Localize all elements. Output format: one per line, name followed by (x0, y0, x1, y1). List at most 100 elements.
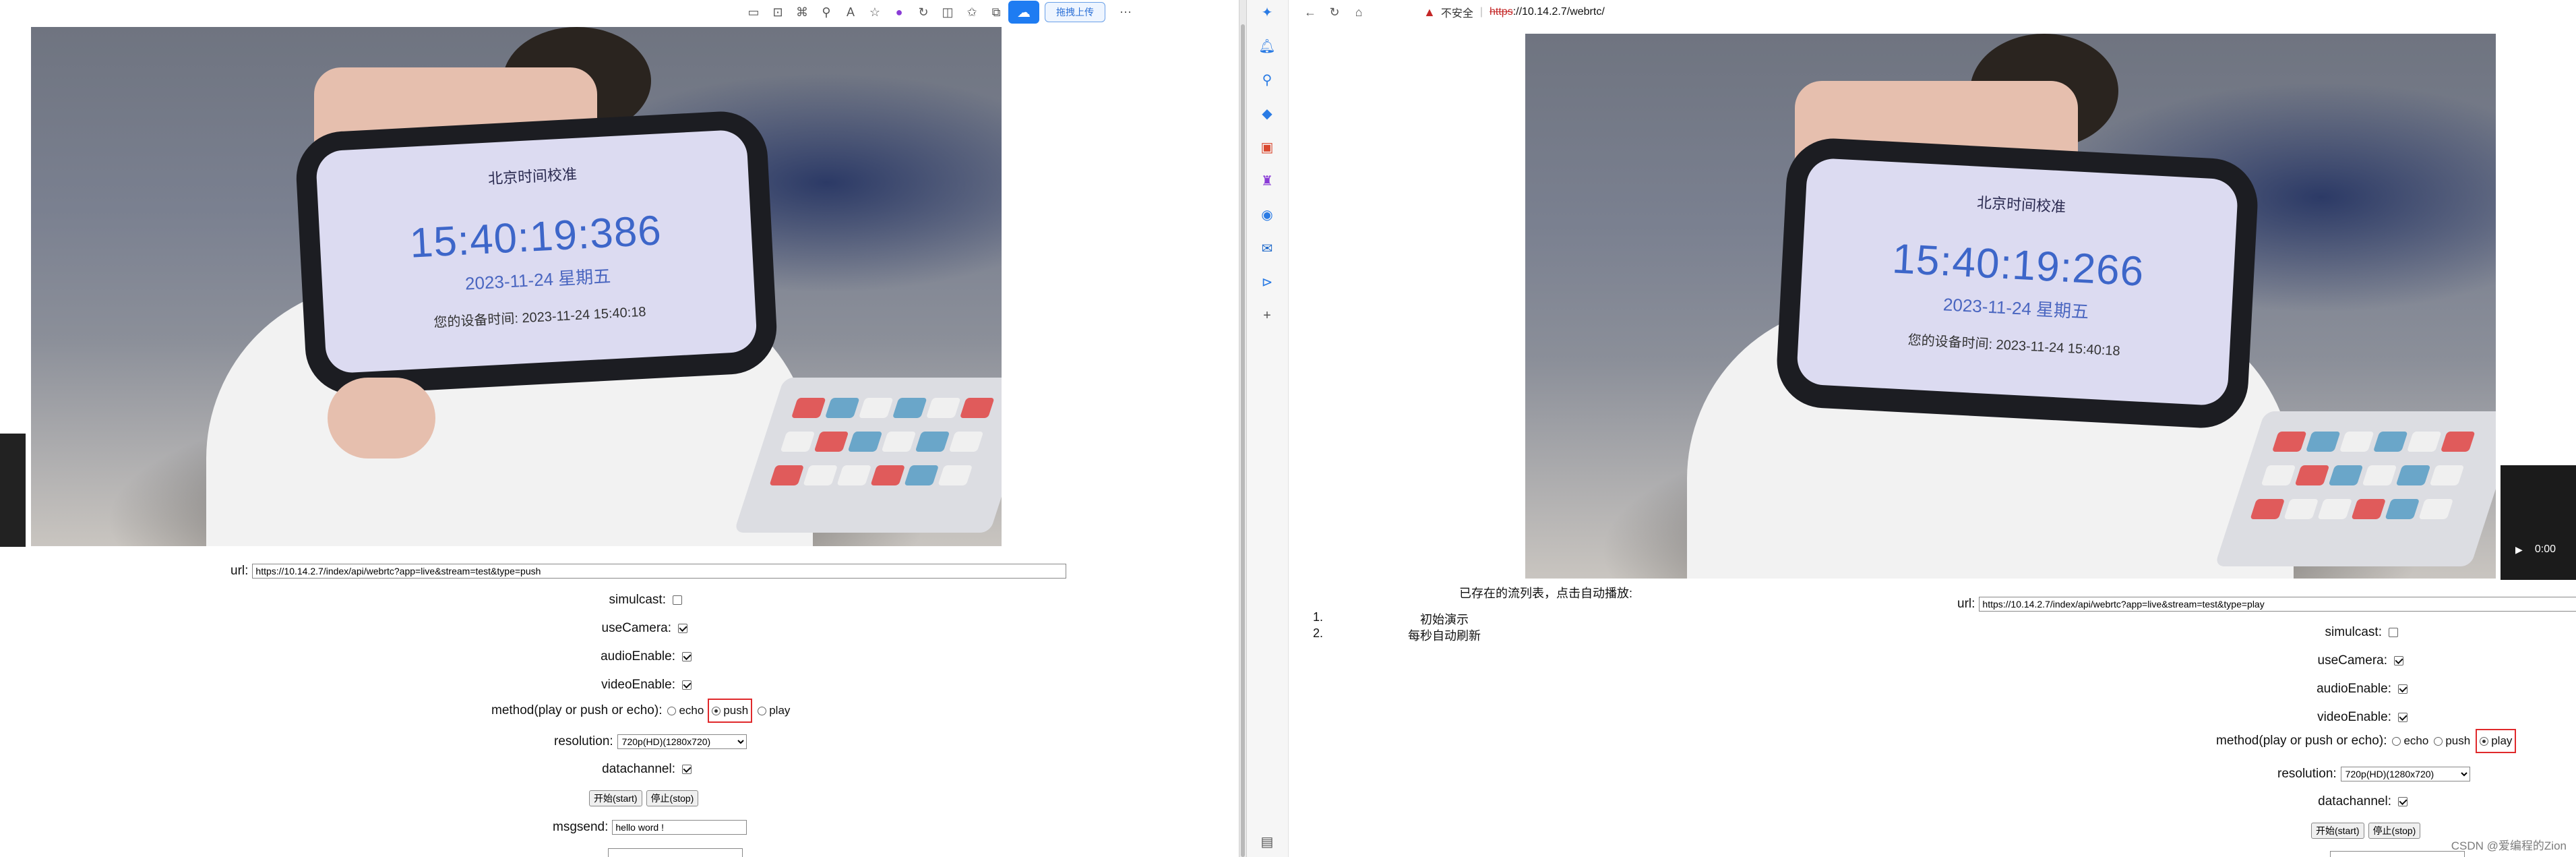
phone-time: 15:40:19:266 (1891, 235, 2145, 295)
method-push-radio[interactable] (2434, 736, 2443, 746)
method-play-highlight: play (2476, 729, 2517, 753)
method-label: method(play or push or echo): (2216, 734, 2387, 748)
phone-device: 北京时间校准 15:40:19:266 2023-11-24 星期五 您的设备时… (1775, 136, 2260, 431)
address-bar[interactable]: ▲ 不安全 | https ://10.14.2.7/webrtc/ (1423, 0, 1605, 24)
left-buttons-row: 开始(start) 停止(stop) (589, 790, 702, 806)
favorite-star-icon[interactable]: ☆ (863, 2, 887, 22)
usecamera-checkbox[interactable] (678, 624, 687, 633)
refresh-extension-icon[interactable]: ↻ (911, 2, 936, 22)
method-play-radio[interactable] (758, 706, 767, 715)
stream-item-number: 1. (1313, 610, 1324, 624)
split-screen-icon[interactable]: ◫ (936, 2, 960, 22)
datachannel-checkbox[interactable] (2398, 797, 2408, 806)
method-push-highlight: push (708, 699, 753, 723)
simulcast-checkbox[interactable] (673, 595, 682, 605)
resolution-label: resolution: (554, 734, 613, 748)
right-audio-row: audioEnable: (1289, 682, 2408, 697)
local-video[interactable]: 北京时间校准 15:40:19:386 2023-11-24 星期五 您的设备时… (31, 27, 1002, 546)
right-video-row: videoEnable: (1289, 710, 2408, 725)
stream-item-label[interactable]: 初始演示 (1353, 610, 1535, 626)
videoenable-checkbox[interactable] (2398, 713, 2408, 722)
stop-button[interactable]: 停止(stop) (646, 790, 699, 806)
collections-icon[interactable]: ⧉ (984, 2, 1008, 22)
start-button[interactable]: 开始(start) (2311, 823, 2364, 839)
remote-video[interactable]: 北京时间校准 15:40:19:266 2023-11-24 星期五 您的设备时… (1525, 34, 2496, 579)
play-icon[interactable]: ▶ (2515, 544, 2523, 556)
method-play-label: play (2491, 734, 2513, 747)
datachannel-label: datachannel: (2318, 794, 2391, 808)
tag-icon[interactable]: ◆ (1255, 101, 1279, 125)
phone-header: 北京时间校准 (487, 165, 578, 187)
left-browser-pane: ▭ ⊡ ⌘ ⚲ A ☆ ● ↻ ◫ ✩ ⧉ ☁ 拖拽上传 ⋯ 北京时间校准 15… (0, 0, 1239, 857)
right-buttons-row: 开始(start) 停止(stop) (2311, 823, 2424, 839)
favorites-icon[interactable]: ✩ (960, 2, 984, 22)
sidebar-settings-icon[interactable]: ▤ (1255, 829, 1279, 854)
shopping-icon[interactable]: ⊳ (1255, 270, 1279, 294)
url-input[interactable] (252, 564, 1067, 579)
usecamera-checkbox[interactable] (2394, 656, 2403, 666)
home-icon[interactable]: ⌂ (1347, 2, 1371, 22)
audioenable-checkbox[interactable] (682, 652, 692, 661)
url-input[interactable] (1979, 597, 2576, 612)
drag-upload-button[interactable]: 拖拽上传 (1045, 2, 1105, 22)
games-icon[interactable]: ♜ (1255, 169, 1279, 193)
right-resolution-row: resolution: 720p(HD)(1280x720) (2277, 767, 2470, 781)
screenshot-icon[interactable]: ⊡ (766, 2, 790, 22)
keyboard (2214, 411, 2496, 566)
warning-icon: ▲ (1423, 5, 1436, 19)
url-label: url: (1957, 597, 1975, 611)
zoom-icon[interactable]: ⚲ (814, 2, 838, 22)
msgsend-input-partial[interactable] (2330, 851, 2465, 857)
method-echo-radio[interactable] (2392, 736, 2401, 746)
extension-color-icon[interactable]: ● (887, 2, 911, 22)
left-datachannel-row: datachannel: (0, 762, 692, 777)
url-label: url: (231, 564, 249, 578)
method-push-label: push (723, 704, 749, 717)
method-push-radio[interactable] (712, 706, 721, 715)
left-thumbnail-video[interactable] (0, 434, 26, 547)
audioenable-checkbox[interactable] (2398, 684, 2408, 694)
cloud-upload-icon[interactable]: ☁ (1008, 1, 1039, 24)
search-icon[interactable]: ⚲ (1255, 67, 1279, 92)
m365-icon[interactable]: ◉ (1255, 202, 1279, 227)
more-menu-icon[interactable]: ⋯ (1113, 2, 1138, 22)
left-msgsend-row: msgsend: (553, 820, 747, 835)
phone-device-time: 您的设备时间: 2023-11-24 15:40:18 (433, 304, 647, 331)
camera-icon[interactable]: ▭ (741, 2, 766, 22)
add-icon[interactable]: + (1255, 303, 1279, 328)
left-scrollbar-thumb[interactable] (1241, 24, 1245, 857)
left-audio-row: audioEnable: (0, 649, 692, 664)
watermark: CSDN @爱编程的Zion (2451, 839, 2567, 852)
method-echo-label: echo (2403, 734, 2429, 747)
stream-item-label[interactable]: 每秒自动刷新 (1353, 626, 1535, 643)
stop-button[interactable]: 停止(stop) (2368, 823, 2421, 839)
resolution-select[interactable]: 720p(HD)(1280x720) (617, 734, 747, 749)
msgsend-input[interactable] (612, 820, 747, 835)
copilot-icon[interactable]: ✦ (1255, 0, 1279, 24)
hand-bottom (328, 378, 435, 459)
outlook-icon[interactable]: ✉ (1255, 236, 1279, 260)
bell-icon[interactable]: 🔔︎ (1255, 34, 1279, 58)
phone-date: 2023-11-24 星期五 (1942, 294, 2089, 322)
stream-list-heading: 已存在的流列表，点击自动播放: (1459, 587, 1632, 600)
datachannel-checkbox[interactable] (682, 765, 692, 774)
read-aloud-icon[interactable]: A (838, 2, 863, 22)
left-video-row: videoEnable: (0, 678, 692, 692)
videoenable-checkbox[interactable] (682, 680, 692, 690)
back-icon[interactable]: ← (1298, 2, 1322, 22)
right-datachannel-row: datachannel: (1289, 794, 2408, 809)
stream-list-item[interactable]: 2. 每秒自动刷新 (1313, 626, 1535, 643)
right-thumbnail-video[interactable]: ▶ 0:00 (2501, 465, 2576, 580)
resolution-select[interactable]: 720p(HD)(1280x720) (2340, 767, 2470, 781)
apps-icon[interactable]: ⌘ (790, 2, 814, 22)
method-play-label: play (769, 704, 791, 717)
right-clipped-row (2330, 851, 2465, 857)
toolbox-icon[interactable]: ▣ (1255, 135, 1279, 159)
simulcast-checkbox[interactable] (2389, 628, 2398, 637)
start-button[interactable]: 开始(start) (589, 790, 642, 806)
method-play-radio[interactable] (2480, 736, 2489, 746)
method-echo-radio[interactable] (667, 706, 677, 715)
stream-list-item[interactable]: 1. 初始演示 (1313, 610, 1535, 626)
msgrecv-input-partial[interactable] (608, 848, 743, 857)
refresh-icon[interactable]: ↻ (1322, 2, 1347, 22)
